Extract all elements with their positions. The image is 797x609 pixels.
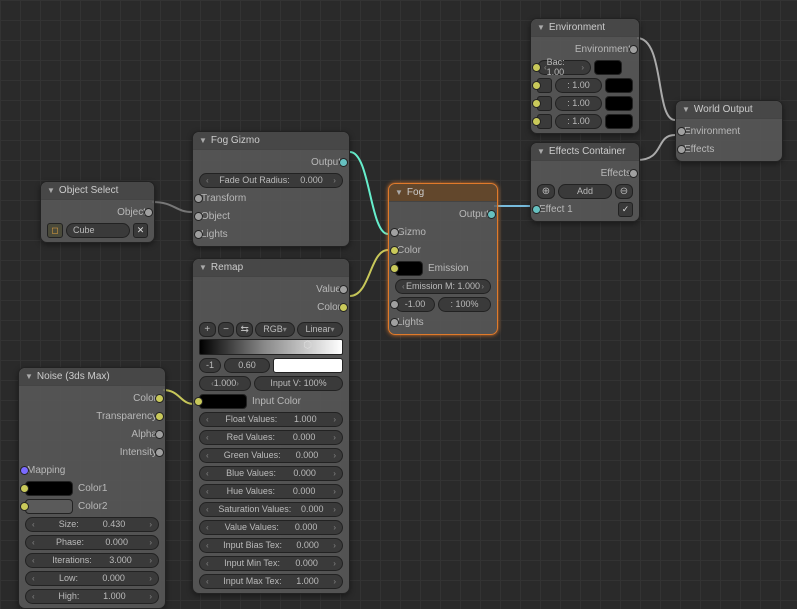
output-label: Transparency <box>25 411 159 422</box>
node-remap[interactable]: ▼ Remap Value Color + − ⇆ RGB▾ Linear▾ -1… <box>192 258 350 594</box>
node-title: World Output <box>694 104 753 115</box>
param-field[interactable]: ‹Phase:0.000› <box>25 535 159 550</box>
input-label: Transform <box>199 193 343 204</box>
node-title: Environment <box>549 22 605 33</box>
input-label: Lights <box>395 317 491 328</box>
flip-button[interactable]: ⇆ <box>236 322 253 337</box>
gradient-editor[interactable] <box>199 339 343 355</box>
input-label: Color1 <box>76 483 159 494</box>
output-label: Alpha <box>25 429 159 440</box>
node-environment[interactable]: ▼ Environment Environment ‹Bac: 1.00› : 1… <box>530 18 640 134</box>
effect-remove-icon[interactable]: ⊖ <box>615 184 633 199</box>
height-pct-field[interactable]: : 100% <box>438 297 491 312</box>
mode-rgb-button[interactable]: RGB▾ <box>255 322 295 337</box>
collapse-icon[interactable]: ▼ <box>47 186 55 195</box>
marker-pos-field[interactable]: 0.60 <box>224 358 270 373</box>
add-stop-button[interactable]: + <box>199 322 216 337</box>
param-field[interactable]: ‹Float Values:1.000› <box>199 412 343 427</box>
collapse-icon[interactable]: ▼ <box>537 23 545 32</box>
param-field[interactable]: ‹Iterations:3.000› <box>25 553 159 568</box>
mul-field[interactable]: ‹1.000› <box>199 376 251 391</box>
output-label: Color <box>25 393 159 404</box>
input-label: Effect 1 <box>537 204 615 215</box>
node-effects-container[interactable]: ▼ Effects Container Effects ⊕ Add ⊖ Effec… <box>530 142 640 222</box>
input-label: Effects <box>682 144 776 155</box>
bac-field[interactable]: ‹Bac: 1.00› <box>537 60 591 75</box>
value-field[interactable]: : 1.00 <box>555 114 602 129</box>
param-field[interactable]: ‹Green Values:0.000› <box>199 448 343 463</box>
height-val-field[interactable]: -1.00 <box>395 297 435 312</box>
input-label: Color <box>395 245 491 256</box>
collapse-icon[interactable]: ▼ <box>25 372 33 381</box>
output-label: Environment <box>537 44 633 55</box>
collapse-icon[interactable]: ▼ <box>537 147 545 156</box>
input-label: Color2 <box>76 501 159 512</box>
node-noise[interactable]: ▼ Noise (3ds Max) Color Transparency Alph… <box>18 367 166 609</box>
mode-linear-button[interactable]: Linear▾ <box>297 322 343 337</box>
input-label: Environment <box>682 126 776 137</box>
input-v-field[interactable]: Input V: 100% <box>254 376 343 391</box>
color-swatch[interactable] <box>605 78 633 93</box>
collapse-icon[interactable]: ▼ <box>199 263 207 272</box>
fade-radius-field[interactable]: ‹Fade Out Radius:0.000› <box>199 173 343 188</box>
node-title: Fog Gizmo <box>211 135 260 146</box>
add-effect-button[interactable]: Add <box>558 184 612 199</box>
param-field[interactable]: ‹Red Values:0.000› <box>199 430 343 445</box>
output-label: Color <box>199 302 343 313</box>
input-label: Emission <box>426 263 491 274</box>
param-field[interactable]: ‹Size:0.430› <box>25 517 159 532</box>
node-fog[interactable]: ▼ Fog Output Gizmo Color Emission ‹Emissi… <box>388 183 498 335</box>
param-field[interactable]: ‹Input Max Tex:1.000› <box>199 574 343 589</box>
emission-m-field[interactable]: ‹Emission M: 1.000› <box>395 279 491 294</box>
param-field[interactable]: ‹Low:0.000› <box>25 571 159 586</box>
param-field[interactable]: ‹Hue Values:0.000› <box>199 484 343 499</box>
effect-add-icon[interactable]: ⊕ <box>537 184 555 199</box>
collapse-icon[interactable]: ▼ <box>199 136 207 145</box>
param-field[interactable]: ‹Input Bias Tex:0.000› <box>199 538 343 553</box>
node-title: Object Select <box>59 185 118 196</box>
node-title: Effects Container <box>549 146 626 157</box>
output-label: Intensity <box>25 447 159 458</box>
param-field[interactable]: ‹Input Min Tex:0.000› <box>199 556 343 571</box>
bac-swatch[interactable] <box>594 60 622 75</box>
output-label: Object <box>47 207 148 218</box>
input-label: Mapping <box>25 465 159 476</box>
marker-index-field[interactable]: -1 <box>199 358 221 373</box>
input-label: Gizmo <box>395 227 491 238</box>
node-title: Noise (3ds Max) <box>37 371 110 382</box>
output-label: Value <box>199 284 343 295</box>
node-title: Fog <box>407 187 424 198</box>
emission-swatch[interactable] <box>395 261 423 276</box>
param-field[interactable]: ‹Saturation Values:0.000› <box>199 502 343 517</box>
value-field[interactable]: : 1.00 <box>555 78 602 93</box>
value-field[interactable]: : 1.00 <box>555 96 602 111</box>
clear-button[interactable]: ✕ <box>133 223 148 238</box>
object-field[interactable]: Cube <box>66 223 130 238</box>
param-field[interactable]: ‹High:1.000› <box>25 589 159 604</box>
param-field[interactable]: ‹Blue Values:0.000› <box>199 466 343 481</box>
param-field[interactable]: ‹Value Values:0.000› <box>199 520 343 535</box>
color-swatch-white[interactable] <box>273 358 343 373</box>
output-label: Output <box>199 157 343 168</box>
color1-swatch[interactable] <box>25 481 73 496</box>
output-label: Effects <box>537 168 633 179</box>
node-fog-gizmo[interactable]: ▼ Fog Gizmo Output ‹Fade Out Radius:0.000… <box>192 131 350 247</box>
remove-stop-button[interactable]: − <box>218 322 235 337</box>
color2-swatch[interactable] <box>25 499 73 514</box>
effect-enabled-checkbox[interactable]: ✓ <box>618 202 633 217</box>
node-world-output[interactable]: ▼ World Output Environment Effects <box>675 100 783 162</box>
collapse-icon[interactable]: ▼ <box>395 188 403 197</box>
collapse-icon[interactable]: ▼ <box>682 105 690 114</box>
input-label: Object <box>199 211 343 222</box>
node-title: Remap <box>211 262 243 273</box>
input-color-swatch[interactable] <box>199 394 247 409</box>
node-object-select[interactable]: ▼ Object Select Object ◻ Cube ✕ <box>40 181 155 243</box>
output-label: Output <box>395 209 491 220</box>
cube-icon[interactable]: ◻ <box>47 223 63 238</box>
input-label: Input Color <box>250 396 343 407</box>
input-label: Lights <box>199 229 343 240</box>
color-swatch[interactable] <box>605 114 633 129</box>
color-swatch[interactable] <box>605 96 633 111</box>
